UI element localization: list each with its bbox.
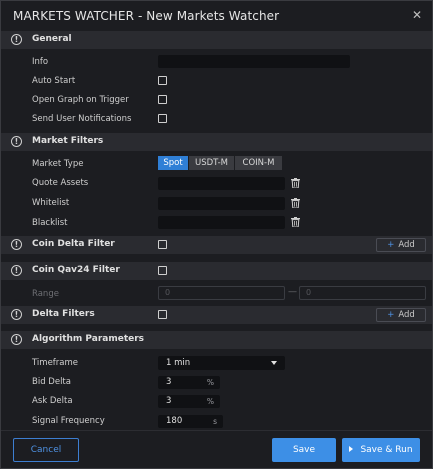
signal-frequency-label: Signal Frequency [32,416,105,426]
bid-delta-label: Bid Delta [32,377,71,387]
info-icon: ! [11,136,22,147]
section-title-coin-delta-filter: Coin Delta Filter [32,239,115,249]
coin-delta-add-button[interactable]: + Add [376,238,426,252]
timeframe-value: 1 min [166,358,191,368]
info-input[interactable] [158,55,350,68]
market-type-label: Market Type [32,159,84,169]
timeframe-select[interactable]: 1 min [158,356,285,370]
bid-delta-input[interactable]: 3 % [158,376,220,389]
play-icon [349,446,354,452]
section-market-filters[interactable]: ! Market Filters [1,133,432,151]
timeframe-label: Timeframe [32,358,79,368]
range-min-input[interactable]: 0 [158,286,285,300]
range-max-input[interactable]: 0 [299,286,426,300]
save-and-run-button[interactable]: Save & Run [342,438,420,462]
range-label: Range [32,289,59,299]
section-title-general: General [32,34,72,44]
trash-icon[interactable] [291,217,300,227]
blacklist-label: Blacklist [32,218,68,228]
add-label: Add [398,240,415,250]
auto-start-label: Auto Start [32,76,76,86]
caret-down-icon [271,361,277,365]
trash-icon[interactable] [291,198,300,208]
title-bar: MARKETS WATCHER - New Markets Watcher ✕ [1,1,432,31]
market-type-spot[interactable]: Spot [158,156,188,170]
dialog-footer: Cancel Save Save & Run [1,430,432,468]
range-separator: — [288,287,297,297]
open-graph-label: Open Graph on Trigger [32,95,129,105]
section-general[interactable]: ! General [1,31,432,49]
coin-qav24-filter-checkbox[interactable] [158,266,167,275]
delta-filters-checkbox[interactable] [158,310,167,319]
section-coin-delta-filter[interactable]: ! Coin Delta Filter + Add [1,236,432,254]
section-algorithm-parameters[interactable]: ! Algorithm Parameters [1,331,432,349]
section-title-market-filters: Market Filters [32,136,104,146]
info-icon: ! [11,334,22,345]
save-button[interactable]: Save [272,438,336,462]
dialog-body: ! General Info Auto Start Open Graph on … [1,31,432,430]
add-label: Add [398,310,415,320]
ask-delta-input[interactable]: 3 % [158,395,220,408]
bid-delta-unit: % [206,378,214,387]
section-delta-filters[interactable]: ! Delta Filters + Add [1,306,432,324]
quote-assets-label: Quote Assets [32,178,89,188]
signal-frequency-value: 180 [166,416,183,426]
cancel-button[interactable]: Cancel [13,438,79,462]
info-icon: ! [11,34,22,45]
signal-frequency-unit: s [213,417,217,426]
section-title-coin-qav24-filter: Coin Qav24 Filter [32,265,120,275]
whitelist-label: Whitelist [32,198,70,208]
save-and-run-label: Save & Run [360,445,413,455]
info-icon: ! [11,309,22,320]
close-icon[interactable]: ✕ [410,8,424,22]
plus-icon: + [387,240,395,250]
delta-filters-add-button[interactable]: + Add [376,308,426,322]
blacklist-input[interactable] [158,216,285,229]
info-label: Info [32,57,49,67]
whitelist-input[interactable] [158,197,285,210]
ask-delta-value: 3 [166,396,172,406]
quote-assets-input[interactable] [158,177,285,190]
info-icon: ! [11,239,22,250]
trash-icon[interactable] [291,178,300,188]
section-title-delta-filters: Delta Filters [32,309,95,319]
market-type-segmented: Spot USDT-M COIN-M [158,156,282,170]
ask-delta-label: Ask Delta [32,396,73,406]
info-icon: ! [11,265,22,276]
signal-frequency-input[interactable]: 180 s [158,415,223,428]
markets-watcher-dialog: MARKETS WATCHER - New Markets Watcher ✕ … [0,0,433,469]
bid-delta-value: 3 [166,377,172,387]
section-title-algorithm-parameters: Algorithm Parameters [32,334,145,344]
market-type-coin-m[interactable]: COIN-M [235,156,282,170]
ask-delta-unit: % [206,397,214,406]
market-type-usdt-m[interactable]: USDT-M [189,156,234,170]
open-graph-checkbox[interactable] [158,95,167,104]
send-notifications-label: Send User Notifications [32,114,132,124]
auto-start-checkbox[interactable] [158,76,167,85]
plus-icon: + [387,310,395,320]
send-notifications-checkbox[interactable] [158,114,167,123]
dialog-title: MARKETS WATCHER - New Markets Watcher [13,9,280,23]
section-coin-qav24-filter[interactable]: ! Coin Qav24 Filter [1,262,432,280]
coin-delta-filter-checkbox[interactable] [158,240,167,249]
